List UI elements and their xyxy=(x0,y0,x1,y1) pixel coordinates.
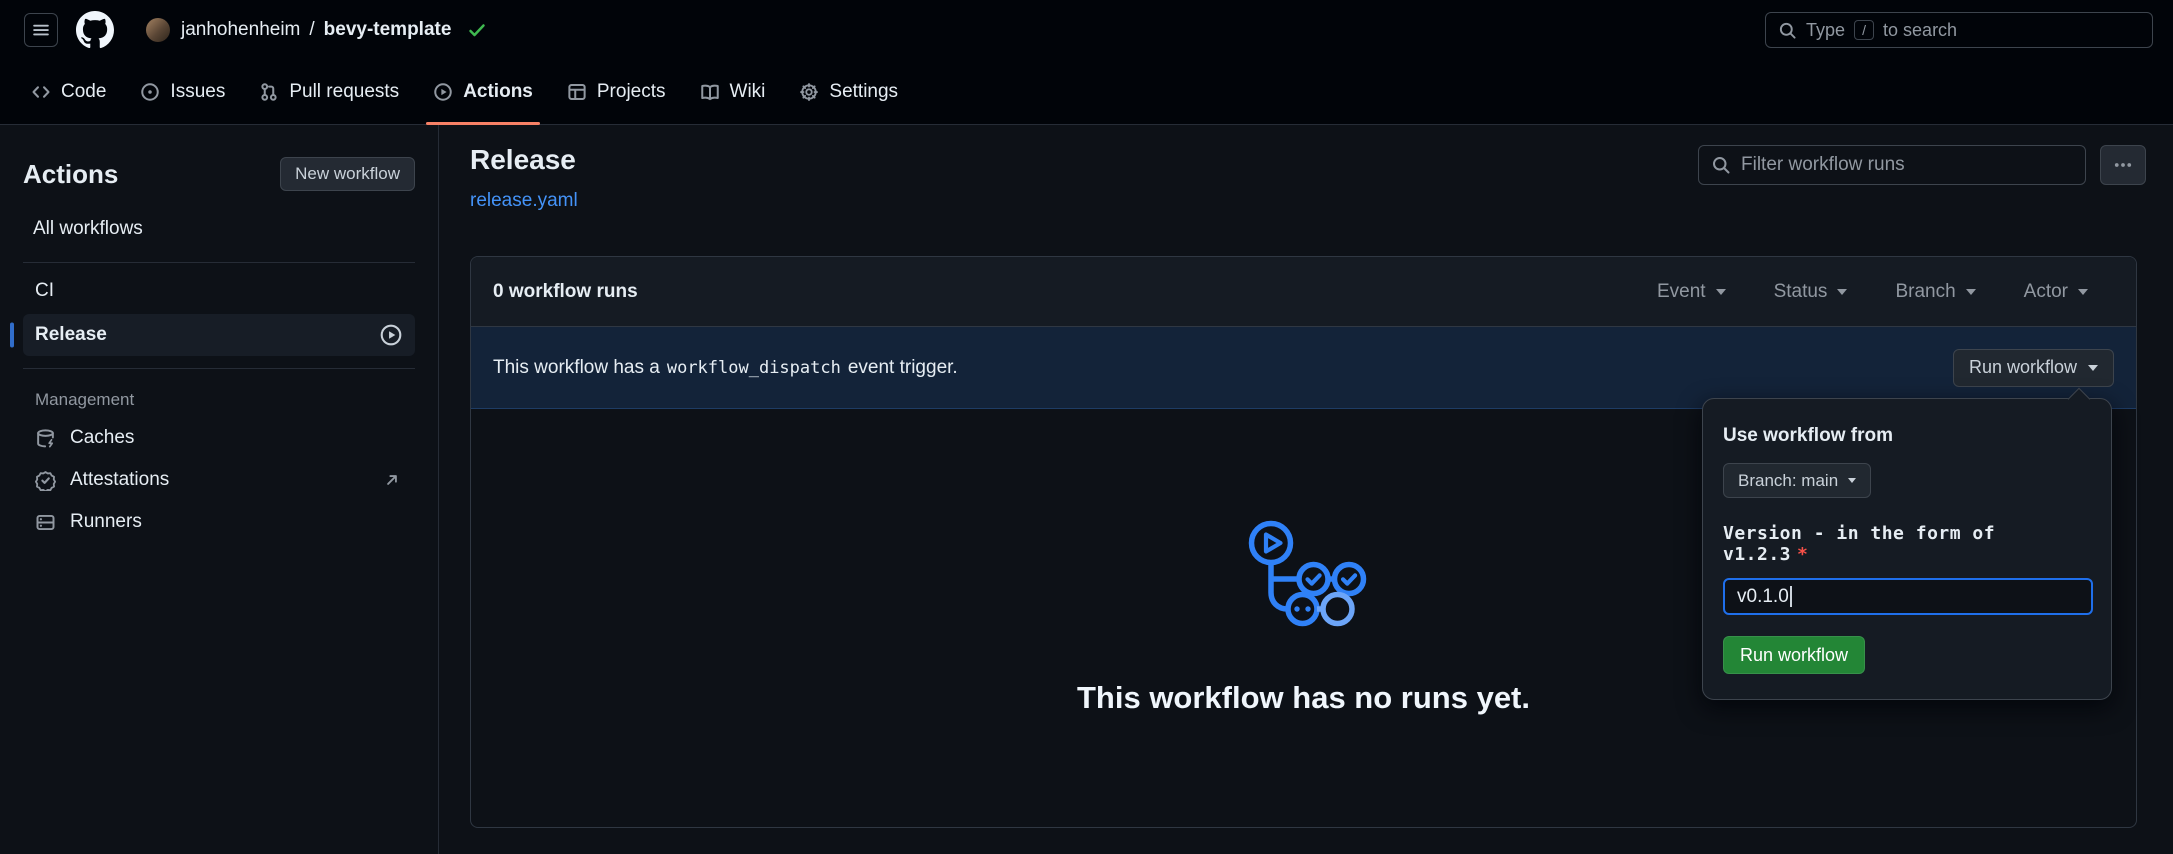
chevron-down-icon xyxy=(1716,289,1726,295)
runs-box-header: 0 workflow runs Event Status Branch Acto… xyxy=(471,257,2136,327)
search-icon xyxy=(1778,21,1797,40)
page-title: Release xyxy=(470,144,576,176)
branch-filter-dropdown[interactable]: Branch xyxy=(1895,281,1975,303)
tab-pull-requests[interactable]: Pull requests xyxy=(242,60,416,124)
text-cursor xyxy=(1790,586,1792,607)
sidebar-item-runners[interactable]: Runners xyxy=(23,501,415,543)
github-logo[interactable] xyxy=(76,11,114,49)
tab-issues[interactable]: Issues xyxy=(123,60,242,124)
slash-key-hint: / xyxy=(1854,20,1874,40)
actor-filter-dropdown[interactable]: Actor xyxy=(2024,281,2088,303)
repo-nav-tabs: Code Issues Pull requests Actions Projec… xyxy=(0,60,2173,125)
code-icon xyxy=(31,82,51,102)
status-filter-dropdown[interactable]: Status xyxy=(1774,281,1848,303)
sidebar-item-attestations[interactable]: Attestations xyxy=(23,459,415,501)
verified-badge-icon xyxy=(35,470,56,491)
external-link-icon xyxy=(383,471,401,489)
tab-actions[interactable]: Actions xyxy=(416,60,550,124)
chevron-down-icon xyxy=(1966,289,1976,295)
breadcrumb-owner[interactable]: janhohenheim xyxy=(181,19,300,41)
actions-sidebar: Actions New workflow All workflows CI Re… xyxy=(0,125,439,854)
all-workflows-link[interactable]: All workflows xyxy=(23,218,415,240)
version-input[interactable]: v0.1.0 xyxy=(1723,578,2093,615)
global-header: janhohenheim / bevy-template Type / to s… xyxy=(0,0,2173,60)
popup-run-workflow-button[interactable]: Run workflow xyxy=(1723,636,1865,674)
banner-text: This workflow has aworkflow_dispatcheven… xyxy=(493,357,958,379)
sidebar-title: Actions xyxy=(23,159,118,190)
version-input-value: v0.1.0 xyxy=(1737,586,1789,608)
chevron-down-icon xyxy=(2088,365,2098,371)
empty-state-message: This workflow has no runs yet. xyxy=(1077,680,1530,716)
new-workflow-button[interactable]: New workflow xyxy=(280,157,415,191)
global-nav-menu-button[interactable] xyxy=(24,13,58,47)
tab-wiki[interactable]: Wiki xyxy=(683,60,783,124)
branch-selector-button[interactable]: Branch: main xyxy=(1723,463,1871,498)
cache-icon xyxy=(35,428,56,449)
sidebar-divider xyxy=(23,368,415,369)
event-filter-dropdown[interactable]: Event xyxy=(1657,281,1726,303)
chevron-down-icon xyxy=(1837,289,1847,295)
global-search-input[interactable]: Type / to search xyxy=(1765,12,2153,48)
version-input-label: Version - in the form of v1.2.3* xyxy=(1723,523,2091,565)
workflow-dispatch-icon xyxy=(379,323,403,347)
run-workflow-popup: Use workflow from Branch: main Version -… xyxy=(1702,398,2112,700)
breadcrumb-repo[interactable]: bevy-template xyxy=(324,19,452,41)
gear-icon xyxy=(799,82,819,102)
chevron-down-icon xyxy=(1848,478,1856,483)
server-icon xyxy=(35,512,56,533)
required-asterisk: * xyxy=(1797,544,1808,565)
workflow-item-release[interactable]: Release xyxy=(23,314,415,356)
popup-title: Use workflow from xyxy=(1723,425,2091,447)
commit-status-success-icon[interactable] xyxy=(467,20,487,40)
workflow-dispatch-banner: This workflow has aworkflow_dispatcheven… xyxy=(471,327,2136,409)
search-placeholder-prefix: Type xyxy=(1806,20,1845,41)
run-workflow-dropdown-button[interactable]: Run workflow xyxy=(1953,349,2114,387)
book-icon xyxy=(700,82,720,102)
filter-workflow-runs-field xyxy=(1698,145,2086,185)
workflow-dispatch-code: workflow_dispatch xyxy=(667,358,841,378)
workflow-graph-icon xyxy=(1241,520,1367,630)
kebab-icon xyxy=(2113,155,2133,175)
play-circle-icon xyxy=(433,82,453,102)
tab-code[interactable]: Code xyxy=(14,60,123,124)
issue-opened-icon xyxy=(140,82,160,102)
filter-workflow-runs-input[interactable] xyxy=(1741,154,2073,176)
tab-settings[interactable]: Settings xyxy=(782,60,915,124)
git-pull-request-icon xyxy=(259,82,279,102)
management-section-header: Management xyxy=(23,390,415,410)
search-icon xyxy=(1711,155,1731,175)
hamburger-icon xyxy=(31,20,51,40)
chevron-down-icon xyxy=(2078,289,2088,295)
tab-projects[interactable]: Projects xyxy=(550,60,683,124)
search-placeholder-suffix: to search xyxy=(1883,20,1957,41)
workflow-file-link[interactable]: release.yaml xyxy=(470,190,578,212)
breadcrumb-separator: / xyxy=(309,19,314,41)
workflow-options-button[interactable] xyxy=(2100,145,2146,185)
sidebar-divider xyxy=(23,262,415,263)
owner-avatar[interactable] xyxy=(146,18,170,42)
sidebar-item-caches[interactable]: Caches xyxy=(23,417,415,459)
workflow-runs-count: 0 workflow runs xyxy=(493,281,638,303)
workflow-item-ci[interactable]: CI xyxy=(23,272,415,310)
table-icon xyxy=(567,82,587,102)
